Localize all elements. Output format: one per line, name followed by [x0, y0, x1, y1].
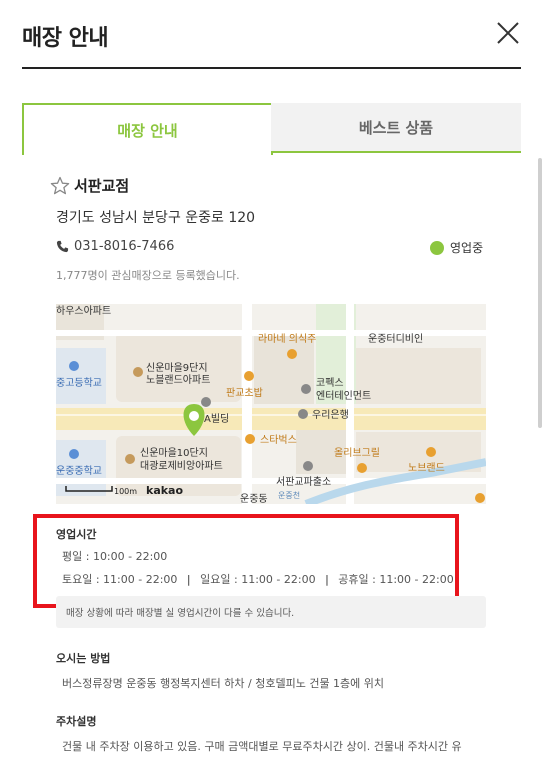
map-label: 운중중학교 — [56, 465, 102, 477]
hours-separator: | — [186, 573, 191, 586]
map-label: 노블랜드아파트 — [146, 374, 210, 386]
parking-body: 건물 내 주차장 이용하고 있음. 구매 금액대별로 무료주차시간 상이. 건물… — [62, 740, 462, 753]
map-label: 엔터테인먼트 — [316, 390, 371, 402]
hours-saturday: 토요일 : 11:00 - 22:00 — [62, 573, 178, 586]
tab-best-products[interactable]: 베스트 상품 — [271, 103, 521, 153]
close-icon[interactable] — [495, 20, 521, 46]
map-label: 코펙스 — [316, 377, 344, 389]
favorites-count: 1,777명이 관심매장으로 등록했습니다. — [56, 269, 240, 282]
store-name: 서판교점 — [74, 177, 130, 195]
store-phone[interactable]: 031-8016-7466 — [56, 239, 174, 254]
scrollbar[interactable] — [538, 158, 542, 428]
status-badge: 영업중 — [430, 239, 483, 256]
tab-bar: 매장 안내 베스트 상품 — [22, 103, 521, 155]
map-label: 대광로제비앙아파트 — [140, 460, 223, 472]
map-label: 노브랜드 — [408, 462, 445, 474]
map-label: 신운마을10단지 — [140, 447, 208, 459]
kakao-logo: kakao — [146, 484, 183, 497]
directions-body: 버스정류장명 운중동 행정복지센터 하차 / 청호델피노 건물 1층에 위치 — [62, 677, 385, 690]
map-label: 운중동 — [240, 493, 268, 504]
phone-icon — [56, 240, 69, 253]
map-scale-label: 100m — [114, 487, 137, 496]
page-title: 매장 안내 — [22, 26, 109, 51]
map-label: 신운마을9단지 — [146, 362, 208, 374]
map-label: 판교초밥 — [226, 387, 263, 399]
phone-number: 031-8016-7466 — [74, 239, 175, 254]
hours-sunday: 일요일 : 11:00 - 22:00 — [200, 573, 316, 586]
store-address: 경기도 성남시 분당구 운중로 120 — [56, 210, 256, 226]
map-label: 우리은행 — [312, 409, 349, 421]
map-label: 운중천 — [278, 490, 300, 500]
hours-weekday: 평일 : 10:00 - 22:00 — [62, 550, 168, 563]
hours-notice-text: 매장 상황에 따라 매장별 실 영업시간이 다를 수 있습니다. — [66, 608, 295, 619]
directions-title: 오시는 방법 — [56, 652, 111, 665]
hours-weekend: 토요일 : 11:00 - 22:00 | 일요일 : 11:00 - 22:0… — [62, 571, 454, 587]
modal-header: 매장 안내 — [22, 0, 521, 69]
map-label: 올리브그릴 — [334, 446, 380, 459]
map-label: 운중터디비인 — [368, 333, 423, 345]
store-map[interactable]: 하우스아파트 라마네 의식주 운중터디비인 신운마을9단지 노블랜드아파트 판교… — [56, 304, 486, 504]
map-label: 중고등학교 — [56, 377, 102, 389]
hours-title: 영업시간 — [56, 528, 97, 541]
status-text: 영업중 — [450, 241, 484, 255]
map-label: 하우스아파트 — [56, 304, 111, 317]
map-label: 라마네 의식주 — [258, 333, 316, 345]
map-label: 서판교파출소 — [276, 476, 331, 488]
store-name-row: 서판교점 — [50, 175, 129, 196]
star-icon[interactable] — [50, 176, 70, 196]
map-label: 스타벅스 — [260, 434, 297, 446]
hours-holiday: 공휴일 : 11:00 - 22:00 — [338, 573, 454, 586]
map-label: A빌딩 — [204, 413, 229, 425]
hours-notice: 매장 상황에 따라 매장별 실 영업시간이 다를 수 있습니다. — [56, 596, 486, 628]
parking-title: 주차설명 — [56, 715, 97, 728]
map-canvas: 하우스아파트 라마네 의식주 운중터디비인 신운마을9단지 노블랜드아파트 판교… — [56, 304, 486, 504]
hours-separator: | — [325, 573, 329, 586]
status-dot-icon — [430, 240, 444, 255]
tab-store-info[interactable]: 매장 안내 — [22, 103, 273, 155]
